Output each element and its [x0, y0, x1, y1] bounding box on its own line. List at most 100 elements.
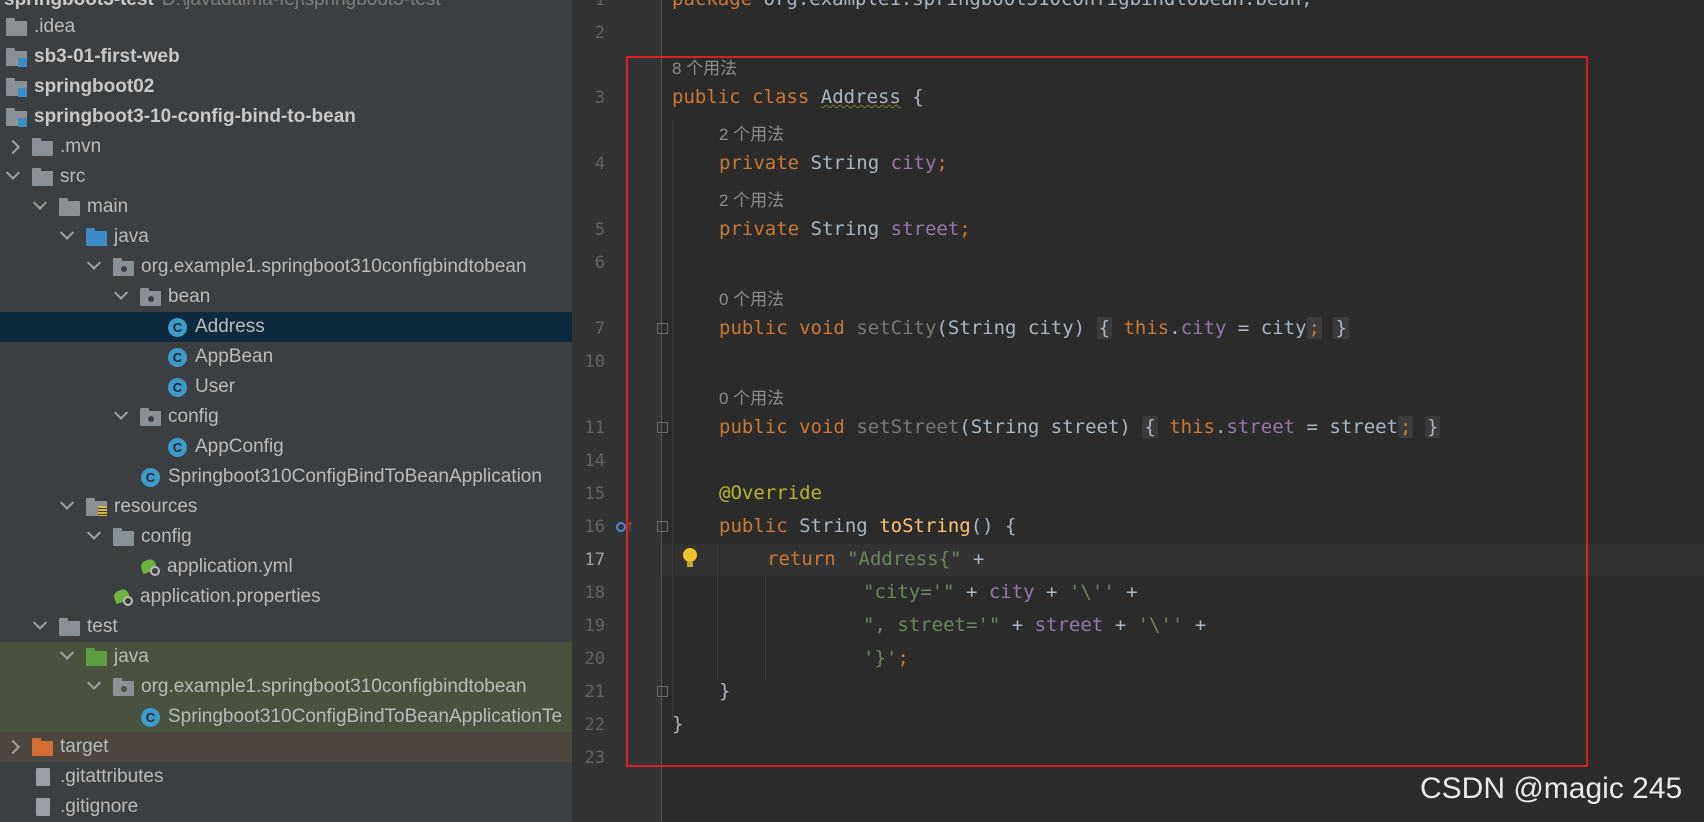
indent-guide [672, 120, 673, 720]
tree-item-bean[interactable]: bean [0, 282, 572, 312]
tree-item-application-yml[interactable]: application.yml [0, 552, 572, 582]
usage-hint[interactable]: 0 个用法 [719, 384, 784, 409]
line-number: 19 [584, 616, 605, 636]
package-icon [113, 258, 135, 276]
folder-icon [32, 138, 54, 156]
usage-hint[interactable]: 0 个用法 [719, 285, 784, 310]
tree-item-package[interactable]: org.example1.springboot310configbindtobe… [0, 252, 572, 282]
tree-item-appbean[interactable]: C AppBean [0, 342, 572, 372]
tree-item-springboot3-10[interactable]: springboot3-10-config-bind-to-bean [0, 102, 572, 132]
tree-item-application-class[interactable]: C Springboot310ConfigBindToBeanApplicati… [0, 462, 572, 492]
tree-item-gitattributes[interactable]: .gitattributes [0, 762, 572, 792]
fold-toggle-icon[interactable] [657, 686, 668, 697]
line-number: 5 [594, 220, 605, 240]
line-number: 23 [584, 748, 605, 768]
tree-item-label: main [87, 196, 129, 217]
line-number: 15 [584, 484, 605, 504]
chevron-down-icon[interactable] [59, 225, 75, 240]
tree-item-label: springboot3-10-config-bind-to-bean [34, 106, 356, 127]
code-line-17: return "Address{" + [767, 548, 985, 570]
tree-item-address[interactable]: C Address [0, 312, 572, 342]
folder-icon [32, 168, 54, 186]
class-icon: C [168, 317, 187, 337]
tree-item-main[interactable]: main [0, 192, 572, 222]
folder-icon [6, 18, 28, 36]
tree-item-label: org.example1.springboot310configbindtobe… [141, 676, 527, 697]
spring-config-icon [141, 558, 161, 576]
tree-item-label: src [60, 166, 86, 187]
tree-item-gitignore[interactable]: .gitignore [0, 792, 572, 822]
test-folder-icon [86, 648, 108, 666]
editor-gutter[interactable]: 1 2 3 4 5 6 7 10 11 14 15 16 17 18 19 20… [572, 0, 668, 822]
chevron-down-icon[interactable] [86, 675, 102, 690]
fold-toggle-icon[interactable] [657, 422, 668, 433]
tree-item-label: Springboot310ConfigBindToBeanApplication… [168, 706, 563, 727]
chevron-down-icon[interactable] [86, 525, 102, 540]
project-tree: springboot3-test D:\javadaima-fej\spring… [0, 0, 572, 822]
tree-item-sb3-01-first-web[interactable]: sb3-01-first-web [0, 42, 572, 72]
tree-item-resources-config[interactable]: config [0, 522, 572, 552]
tree-item-label: target [60, 736, 109, 757]
tree-item-label: org.example1.springboot310configbindtobe… [141, 256, 527, 277]
tree-item-test-class[interactable]: C Springboot310ConfigBindToBeanApplicati… [0, 702, 572, 732]
chevron-down-icon[interactable] [5, 165, 21, 180]
chevron-down-icon[interactable] [32, 615, 48, 630]
line-number: 16 [584, 517, 605, 537]
indent-guide [765, 575, 766, 680]
spring-boot-class-icon: C [141, 467, 160, 487]
tree-item-target[interactable]: target [0, 732, 572, 762]
line-number: 14 [584, 451, 605, 471]
tree-item-label: .gitattributes [60, 766, 164, 787]
chevron-down-icon[interactable] [86, 255, 102, 270]
line-number: 21 [584, 682, 605, 702]
chevron-down-icon[interactable] [113, 405, 129, 420]
tree-item-label: java [114, 226, 149, 247]
tree-item-idea[interactable]: .idea [0, 12, 572, 42]
file-icon [36, 768, 50, 786]
lightbulb-icon[interactable] [682, 548, 698, 568]
package-icon [113, 678, 135, 696]
chevron-right-icon[interactable] [5, 739, 21, 755]
tree-item-test-package[interactable]: org.example1.springboot310configbindtobe… [0, 672, 572, 702]
chevron-down-icon[interactable] [59, 495, 75, 510]
indent-guide [717, 545, 718, 680]
package-icon [140, 408, 162, 426]
usage-hint[interactable]: 2 个用法 [719, 186, 784, 211]
tree-item-appconfig[interactable]: C AppConfig [0, 432, 572, 462]
tree-item-label: .mvn [60, 136, 102, 157]
line-number: 1 [594, 0, 605, 10]
chevron-down-icon[interactable] [113, 285, 129, 300]
code-line-22: } [672, 713, 684, 735]
tree-item-user[interactable]: C User [0, 372, 572, 402]
code-editor[interactable]: 1 2 3 4 5 6 7 10 11 14 15 16 17 18 19 20… [572, 0, 1704, 822]
code-line-4: private String city; [719, 152, 948, 174]
tree-item-mvn[interactable]: .mvn [0, 132, 572, 162]
tree-item-application-properties[interactable]: application.properties [0, 582, 572, 612]
test-class-icon: C [141, 707, 160, 727]
tree-item-springboot02[interactable]: springboot02 [0, 72, 572, 102]
tree-item-label: bean [168, 286, 211, 307]
tree-item-java[interactable]: java [0, 222, 572, 252]
code-line-11: public void setStreet(String street) { t… [719, 416, 1441, 438]
tree-item-resources[interactable]: resources [0, 492, 572, 522]
tree-item-config[interactable]: config [0, 402, 572, 432]
override-method-icon[interactable] [616, 522, 626, 532]
tree-item-test-java[interactable]: java [0, 642, 572, 672]
fold-toggle-icon[interactable] [657, 323, 668, 334]
tree-item-test[interactable]: test [0, 612, 572, 642]
tree-item-label: Address [195, 316, 265, 337]
tree-item-label: springboot02 [34, 76, 155, 97]
tree-item-label: application.properties [140, 586, 321, 607]
usage-hint[interactable]: 8 个用法 [672, 54, 737, 79]
chevron-right-icon[interactable] [5, 139, 21, 155]
overrides-arrow-icon[interactable]: ↑ [626, 518, 634, 536]
tree-item-label: sb3-01-first-web [34, 46, 180, 67]
tree-item-src[interactable]: src [0, 162, 572, 192]
chevron-down-icon[interactable] [59, 645, 75, 660]
tree-item-label: java [114, 646, 149, 667]
file-icon [36, 798, 50, 816]
usage-hint[interactable]: 2 个用法 [719, 120, 784, 145]
chevron-down-icon[interactable] [32, 195, 48, 210]
fold-toggle-icon[interactable] [657, 521, 668, 532]
folder-icon [113, 528, 135, 546]
